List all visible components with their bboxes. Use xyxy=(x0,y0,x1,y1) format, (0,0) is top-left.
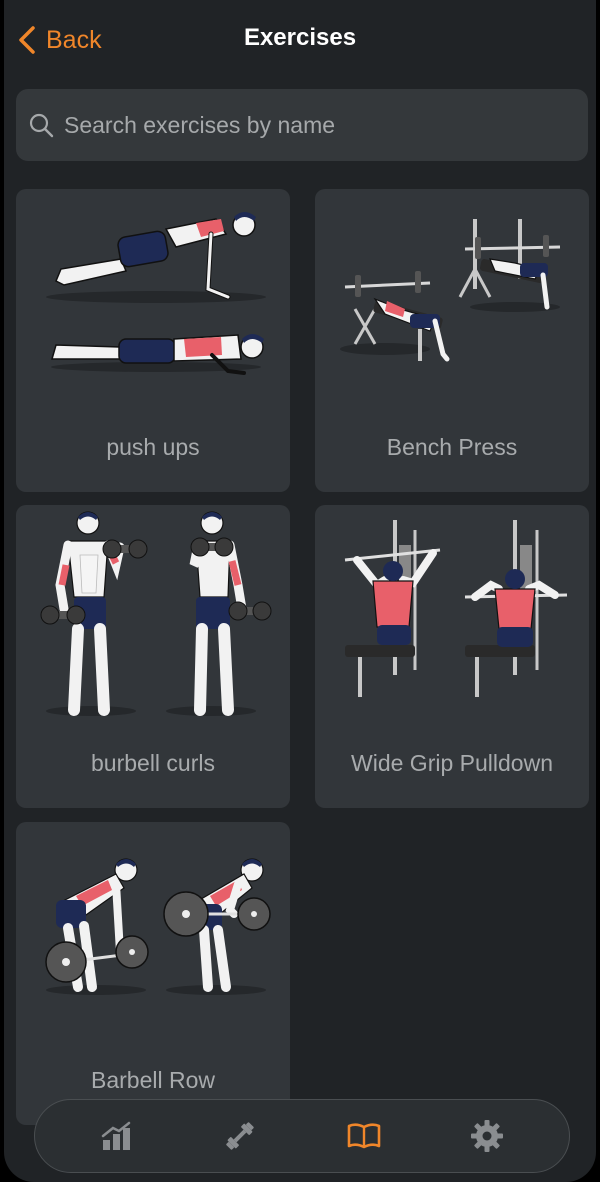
barbell-row-illustration xyxy=(45,858,271,995)
screen: Back Exercises Search exercises by name … xyxy=(4,0,596,1182)
exercise-name: push ups xyxy=(106,434,200,460)
tab-stats[interactable] xyxy=(82,1106,152,1166)
exercise-card-bench-press[interactable]: Bench Press xyxy=(315,189,589,492)
tab-settings[interactable] xyxy=(452,1106,522,1166)
curls-illustration xyxy=(40,511,272,716)
book-icon xyxy=(347,1123,381,1149)
pulldown-illustration xyxy=(344,520,568,697)
exercise-card-burbell-curls[interactable]: burbell curls xyxy=(16,505,290,808)
tab-library[interactable] xyxy=(329,1106,399,1166)
search-bar[interactable] xyxy=(16,89,588,161)
exercise-card-wide-grip-pulldown[interactable]: Wide Grip Pulldown xyxy=(315,505,589,808)
nav-header: Back Exercises xyxy=(4,0,596,82)
exercise-name: burbell curls xyxy=(91,750,215,776)
exercise-name: Barbell Row xyxy=(91,1067,215,1093)
page-title: Exercises xyxy=(243,24,357,51)
push-ups-illustration xyxy=(46,212,266,375)
stats-chart-icon xyxy=(101,1121,130,1150)
search-input[interactable] xyxy=(64,111,588,139)
exercise-card-push-ups[interactable]: push ups xyxy=(16,189,290,492)
exercise-card-barbell-row[interactable]: Barbell Row xyxy=(16,822,290,1125)
gear-icon xyxy=(471,1120,504,1152)
tab-workouts[interactable] xyxy=(205,1106,275,1166)
tab-bar xyxy=(34,1099,570,1173)
search-icon xyxy=(29,113,54,138)
exercise-name: Bench Press xyxy=(386,434,518,460)
exercise-name: Wide Grip Pulldown xyxy=(351,750,553,776)
bench-press-illustration xyxy=(340,219,561,362)
dumbbell-icon xyxy=(226,1122,254,1150)
